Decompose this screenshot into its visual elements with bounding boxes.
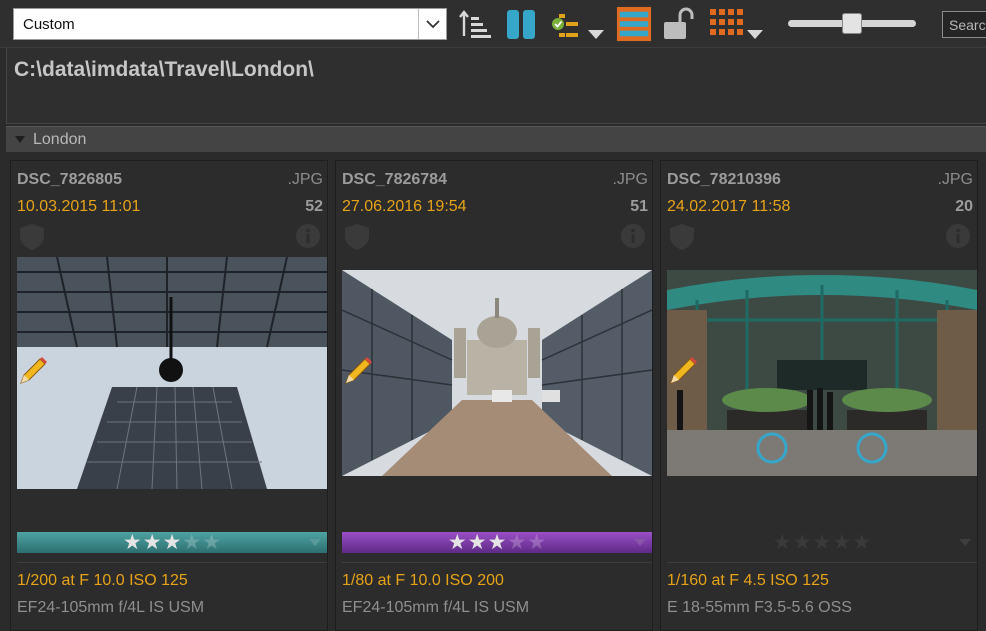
pause-icon[interactable] [505,6,537,42]
filter-checklist-icon[interactable] [549,6,581,42]
image-card[interactable]: DSC_7826805 .JPG 10.03.2015 11:01 52 ★ ★… [10,160,328,631]
search-input[interactable] [943,12,986,37]
info-icon[interactable] [295,223,321,249]
divider [667,562,977,563]
star-empty-icon[interactable]: ★ [202,532,221,553]
shield-icon[interactable] [19,223,45,251]
preset-select[interactable]: Custom [13,8,447,40]
edit-pencil-icon[interactable] [17,355,49,387]
image-card[interactable]: DSC_78210396 .JPG 24.02.2017 11:58 20 ★ … [660,160,978,631]
star-rating[interactable]: ★ ★ ★ ★ ★ [342,532,652,553]
exposure-info: 1/160 at F 4.5 ISO 125 [667,572,829,589]
star-empty-icon[interactable]: ★ [813,532,832,553]
preset-value: Custom [23,16,75,33]
star-empty-icon[interactable]: ★ [773,532,792,553]
star-empty-icon[interactable]: ★ [507,532,526,553]
slider-handle[interactable] [842,13,862,34]
folder-path: C:\data\imdata\Travel\London\ [14,58,314,81]
unlock-icon[interactable] [662,6,696,42]
star-rating[interactable]: ★ ★ ★ ★ ★ [667,532,977,553]
image-thumbnail[interactable] [342,270,652,476]
star-rating[interactable]: ★ ★ ★ ★ ★ [17,532,327,553]
lens-info: E 18-55mm F3.5-5.6 OSS [667,599,852,616]
star-empty-icon[interactable]: ★ [832,532,851,553]
image-grid: DSC_7826805 .JPG 10.03.2015 11:01 52 ★ ★… [6,152,986,631]
search-field[interactable] [942,11,986,38]
chevron-down-icon[interactable] [634,539,646,547]
image-card[interactable]: DSC_7826784 .JPG 27.06.2016 19:54 51 ★ ★… [335,160,653,631]
shield-icon[interactable] [669,223,695,251]
exposure-info: 1/80 at F 10.0 ISO 200 [342,572,504,589]
file-extension: .JPG [612,171,648,188]
lens-info: EF24-105mm f/4L IS USM [342,599,530,616]
star-empty-icon[interactable]: ★ [852,532,871,553]
star-filled-icon[interactable]: ★ [448,532,467,553]
path-bar: C:\data\imdata\Travel\London\ [6,48,986,124]
image-thumbnail[interactable] [667,270,977,476]
star-filled-icon[interactable]: ★ [143,532,162,553]
group-header[interactable]: London [6,126,986,152]
star-empty-icon[interactable]: ★ [527,532,546,553]
file-name: DSC_78210396 [667,171,781,188]
capture-date: 10.03.2015 11:01 [17,198,141,215]
color-label-bar[interactable]: ★ ★ ★ ★ ★ [17,532,327,553]
chevron-down-icon[interactable] [959,539,971,547]
capture-date: 27.06.2016 19:54 [342,198,467,215]
star-empty-icon[interactable]: ★ [182,532,201,553]
chevron-down-icon[interactable] [309,539,321,547]
collapse-triangle-icon[interactable] [15,136,25,144]
image-count: 20 [955,198,973,215]
toolbar: Custom [0,0,986,48]
image-count: 51 [630,198,648,215]
chevron-down-icon[interactable] [418,9,446,39]
file-name: DSC_7826805 [17,171,122,188]
edit-pencil-icon[interactable] [667,355,699,387]
edit-pencil-icon[interactable] [342,355,374,387]
info-icon[interactable] [620,223,646,249]
star-filled-icon[interactable]: ★ [488,532,507,553]
exposure-info: 1/200 at F 10.0 ISO 125 [17,572,188,589]
star-filled-icon[interactable]: ★ [468,532,487,553]
divider [17,562,327,563]
grid-layout-icon[interactable] [708,6,744,42]
file-extension: .JPG [937,171,973,188]
star-empty-icon[interactable]: ★ [793,532,812,553]
star-filled-icon[interactable]: ★ [163,532,182,553]
group-label: London [33,131,87,148]
shield-icon[interactable] [344,223,370,251]
image-count: 52 [305,198,323,215]
image-thumbnail[interactable] [17,257,327,489]
file-name: DSC_7826784 [342,171,447,188]
file-extension: .JPG [287,171,323,188]
capture-date: 24.02.2017 11:58 [667,198,791,215]
sort-ascending-icon[interactable] [458,6,492,42]
info-icon[interactable] [945,223,971,249]
divider [342,562,652,563]
star-filled-icon[interactable]: ★ [123,532,142,553]
color-label-bar[interactable]: ★ ★ ★ ★ ★ [342,532,652,553]
view-strips-icon[interactable] [615,6,653,42]
color-label-bar[interactable]: ★ ★ ★ ★ ★ [667,532,977,553]
lens-info: EF24-105mm f/4L IS USM [17,599,205,616]
